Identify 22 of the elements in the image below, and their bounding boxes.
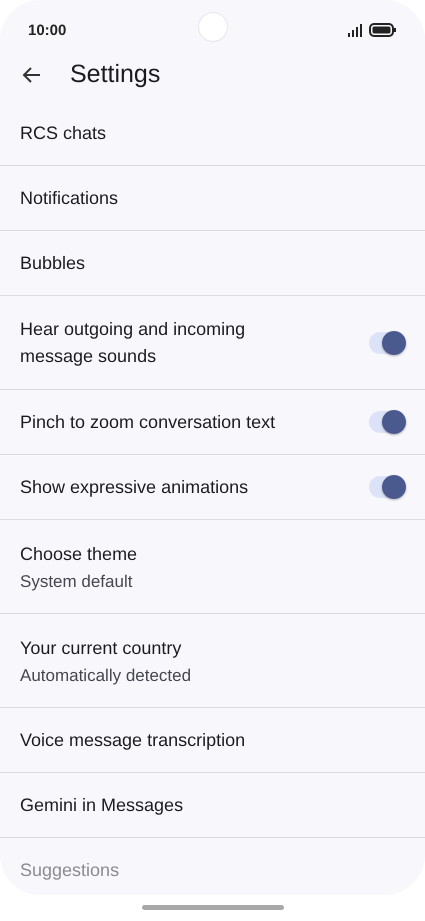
setting-value: System default — [20, 572, 134, 592]
page-title: Settings — [70, 60, 160, 89]
setting-label: Hear outgoing and incoming message sounds — [20, 318, 246, 368]
setting-label: Choose theme — [20, 543, 138, 566]
settings-item[interactable]: Choose theme System default — [0, 520, 425, 614]
toggle-switch[interactable] — [369, 411, 403, 433]
settings-item[interactable]: Bubbles — [0, 231, 425, 296]
status-time: 10:00 — [28, 22, 66, 38]
settings-item[interactable]: RCS chats — [0, 101, 425, 166]
signal-icon — [348, 24, 365, 36]
toggle-switch[interactable] — [369, 476, 403, 498]
settings-item[interactable]: Voice message transcription — [0, 708, 425, 773]
settings-item[interactable]: Your current country Automatically detected — [0, 614, 425, 708]
settings-item[interactable]: Notifications — [0, 166, 425, 231]
settings-item[interactable]: Gemini in Messages — [0, 773, 425, 838]
toggle-switch[interactable] — [369, 332, 403, 354]
setting-label: Pinch to zoom conversation text — [20, 410, 276, 434]
setting-label: Show expressive animations — [20, 476, 250, 499]
camera-cutout — [199, 13, 227, 41]
setting-value: Automatically detected — [20, 666, 192, 686]
setting-label: Your current country — [20, 637, 182, 660]
battery-icon — [369, 23, 397, 37]
